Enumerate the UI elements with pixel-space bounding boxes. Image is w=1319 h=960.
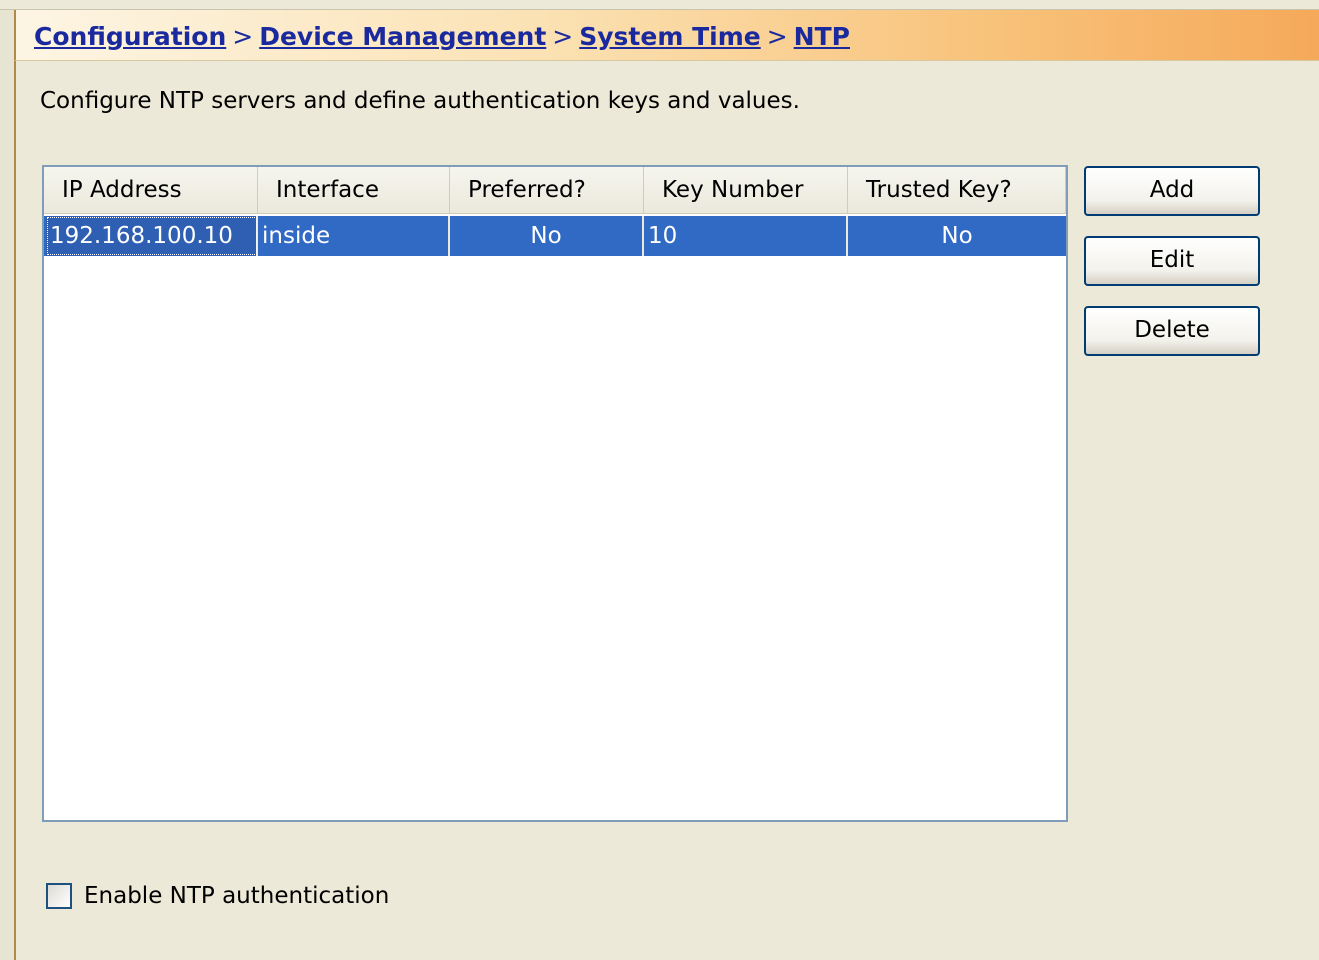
breadcrumb-system-time[interactable]: System Time: [579, 22, 760, 51]
delete-button[interactable]: Delete: [1084, 306, 1260, 356]
enable-ntp-auth-option[interactable]: Enable NTP authentication: [46, 879, 389, 913]
table-row[interactable]: 192.168.100.10 inside No 10 No: [44, 216, 1066, 256]
top-border: [0, 0, 1319, 10]
breadcrumb-ntp[interactable]: NTP: [794, 22, 850, 51]
page-description: Configure NTP servers and define authent…: [40, 88, 800, 114]
cell-trusted-key: No: [941, 223, 973, 249]
column-header-interface[interactable]: Interface: [258, 167, 450, 213]
column-header-key-number[interactable]: Key Number: [644, 167, 848, 213]
cell-key-number: 10: [644, 216, 848, 256]
breadcrumb-device-management[interactable]: Device Management: [259, 22, 546, 51]
enable-ntp-auth-checkbox[interactable]: [46, 883, 72, 909]
cell-interface: inside: [258, 216, 450, 256]
column-header-trusted-key[interactable]: Trusted Key?: [848, 167, 1066, 213]
cell-ip-address: 192.168.100.10: [46, 216, 258, 256]
edit-button[interactable]: Edit: [1084, 236, 1260, 286]
column-header-ip-address[interactable]: IP Address: [44, 167, 258, 213]
add-button[interactable]: Add: [1084, 166, 1260, 216]
column-header-preferred[interactable]: Preferred?: [450, 167, 644, 213]
breadcrumb-separator: >: [232, 22, 254, 51]
breadcrumb-configuration[interactable]: Configuration: [34, 22, 226, 51]
enable-ntp-auth-label: Enable NTP authentication: [84, 883, 390, 909]
breadcrumb-separator: >: [766, 22, 788, 51]
breadcrumb-header: Configuration > Device Management > System T…: [14, 10, 1319, 61]
cell-preferred: No: [450, 216, 644, 256]
ntp-server-table: IP Address Interface Preferred? Key Numb…: [42, 165, 1068, 822]
breadcrumb-separator: >: [552, 22, 574, 51]
breadcrumb: Configuration > Device Management > System T…: [34, 22, 850, 51]
table-header: IP Address Interface Preferred? Key Numb…: [44, 167, 1066, 214]
